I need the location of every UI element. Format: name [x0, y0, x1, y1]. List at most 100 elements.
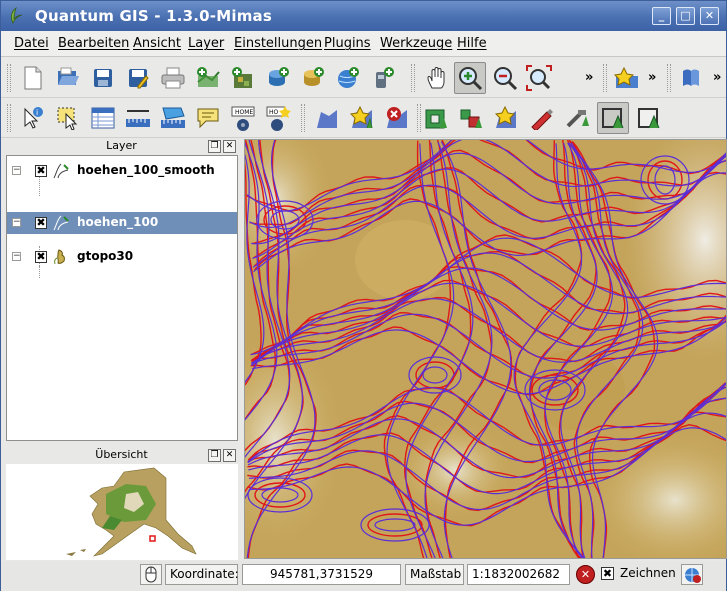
add-ring-button[interactable] [421, 102, 453, 134]
attribute-table-button[interactable] [87, 102, 119, 134]
map-tips-button[interactable] [192, 102, 224, 134]
add-wms-layer-button[interactable] [332, 62, 364, 94]
layer-tree[interactable]: − ✖ hoehen_100_smooth − ✖ hoehen_100 − ✖… [6, 155, 238, 441]
new-project-button[interactable] [17, 62, 49, 94]
open-project-button[interactable] [52, 62, 84, 94]
pan-mode-indicator[interactable] [140, 564, 162, 585]
close-icon[interactable]: ✕ [223, 449, 236, 462]
identify-button[interactable]: i [17, 102, 49, 134]
menu-einstellungen[interactable]: Einstellungen [234, 36, 322, 51]
help-button[interactable] [675, 62, 707, 94]
measure-area-button[interactable] [157, 102, 189, 134]
toggle-editing-button[interactable] [311, 102, 343, 134]
attribute-table-icon [91, 107, 115, 129]
menu-hilfe[interactable]: Hilfe [457, 36, 487, 51]
close-button[interactable]: ✕ [700, 7, 719, 25]
new-project-icon [24, 66, 42, 90]
open-project-icon [58, 67, 79, 85]
render-checkbox[interactable]: ✖ [601, 567, 614, 580]
collapse-icon[interactable]: − [12, 218, 21, 227]
layer-item-selected[interactable]: − ✖ hoehen_100 [7, 212, 237, 234]
layer-visibility-checkbox[interactable]: ✖ [35, 217, 47, 229]
zoom-full-button[interactable] [523, 62, 555, 94]
menu-plugins[interactable]: Plugins [324, 36, 371, 51]
delete-selected-button[interactable] [381, 102, 413, 134]
delete-selected-icon [387, 107, 407, 128]
overview-map[interactable] [6, 464, 238, 560]
coordinate-field[interactable]: 945781,3731529 [242, 564, 401, 585]
zoom-out-icon [494, 67, 518, 91]
add-wfs-icon [376, 67, 394, 88]
collapse-icon[interactable]: − [12, 252, 21, 261]
toolbar-grip[interactable] [603, 64, 607, 92]
layer-item[interactable]: − ✖ hoehen_100_smooth [7, 160, 237, 182]
select-button[interactable] [52, 102, 84, 134]
new-bookmark-icon: HOME [231, 106, 255, 131]
toolbar-grip[interactable] [301, 104, 305, 132]
toolbar-overflow-button[interactable]: » [585, 70, 593, 85]
new-bookmark-button[interactable]: HOME [227, 102, 259, 134]
zoom-in-icon [459, 67, 483, 91]
add-wms-icon [338, 67, 359, 88]
print-icon [161, 67, 185, 89]
projection-button[interactable] [681, 564, 703, 585]
overview-panel-header: Übersicht ❐ ✕ [5, 448, 238, 464]
toolbar-grip[interactable] [667, 64, 671, 92]
menu-bearbeiten[interactable]: Bearbeiten [58, 36, 129, 51]
svg-text:HOME: HOME [235, 109, 253, 116]
print-button[interactable] [157, 62, 189, 94]
add-postgis-layer-button[interactable] [262, 62, 294, 94]
undock-icon[interactable]: ❐ [208, 449, 221, 462]
toolbar-overflow-button[interactable]: » [713, 70, 721, 85]
tools-toolbar: i HOME HO [1, 98, 726, 138]
save-project-button[interactable] [87, 62, 119, 94]
layer-visibility-checkbox[interactable]: ✖ [35, 251, 47, 263]
add-part-button[interactable] [633, 102, 665, 134]
maximize-button[interactable]: □ [676, 7, 695, 25]
select-icon [57, 107, 78, 130]
show-bookmarks-button[interactable]: HO [262, 102, 294, 134]
stop-render-button[interactable]: ✕ [576, 565, 595, 584]
pan-button[interactable] [421, 62, 453, 94]
zoom-out-button[interactable] [489, 62, 521, 94]
add-island-button[interactable] [456, 102, 488, 134]
toolbar-grip[interactable] [7, 104, 11, 132]
undock-icon[interactable]: ❐ [208, 140, 221, 153]
close-icon[interactable]: ✕ [223, 140, 236, 153]
toolbar-grip[interactable] [411, 64, 415, 92]
title-bar[interactable]: Quantum GIS - 1.3.0-Mimas _ □ ✕ [1, 1, 726, 31]
map-canvas[interactable] [244, 139, 727, 559]
plugin-button[interactable] [611, 62, 643, 94]
node-tool-button[interactable] [561, 102, 593, 134]
scale-field[interactable]: 1:1832002682 [467, 564, 570, 585]
move-feature-button[interactable] [526, 102, 558, 134]
menu-werkzeuge[interactable]: Werkzeuge [380, 36, 452, 51]
save-project-icon [94, 69, 112, 87]
window-title: Quantum GIS - 1.3.0-Mimas [35, 7, 272, 25]
overview-alaska-map [66, 467, 197, 557]
zoom-in-button[interactable] [454, 62, 486, 94]
measure-area-icon [161, 107, 185, 128]
add-spatialite-layer-button[interactable] [297, 62, 329, 94]
add-wfs-layer-button[interactable] [367, 62, 399, 94]
qgis-logo-icon [10, 7, 23, 24]
collapse-icon[interactable]: − [12, 166, 21, 175]
layer-item[interactable]: − ✖ gtopo30 [7, 246, 237, 268]
split-features-button[interactable] [491, 102, 523, 134]
capture-point-button[interactable] [346, 102, 378, 134]
toolbar-overflow-button[interactable]: » [648, 70, 656, 85]
layer-name: gtopo30 [77, 249, 134, 263]
measure-line-button[interactable] [122, 102, 154, 134]
save-as-button[interactable] [122, 62, 154, 94]
menu-datei[interactable]: Datei [14, 36, 49, 51]
layer-visibility-checkbox[interactable]: ✖ [35, 165, 47, 177]
simplify-button[interactable] [597, 102, 629, 134]
toolbar-grip[interactable] [7, 64, 11, 92]
menu-ansicht[interactable]: Ansicht [133, 36, 181, 51]
line-layer-icon [53, 163, 69, 179]
add-vector-layer-button[interactable] [192, 62, 224, 94]
node-tool-icon [566, 110, 589, 128]
add-raster-layer-button[interactable] [227, 62, 259, 94]
minimize-button[interactable]: _ [652, 7, 671, 25]
menu-layer[interactable]: Layer [188, 36, 224, 51]
